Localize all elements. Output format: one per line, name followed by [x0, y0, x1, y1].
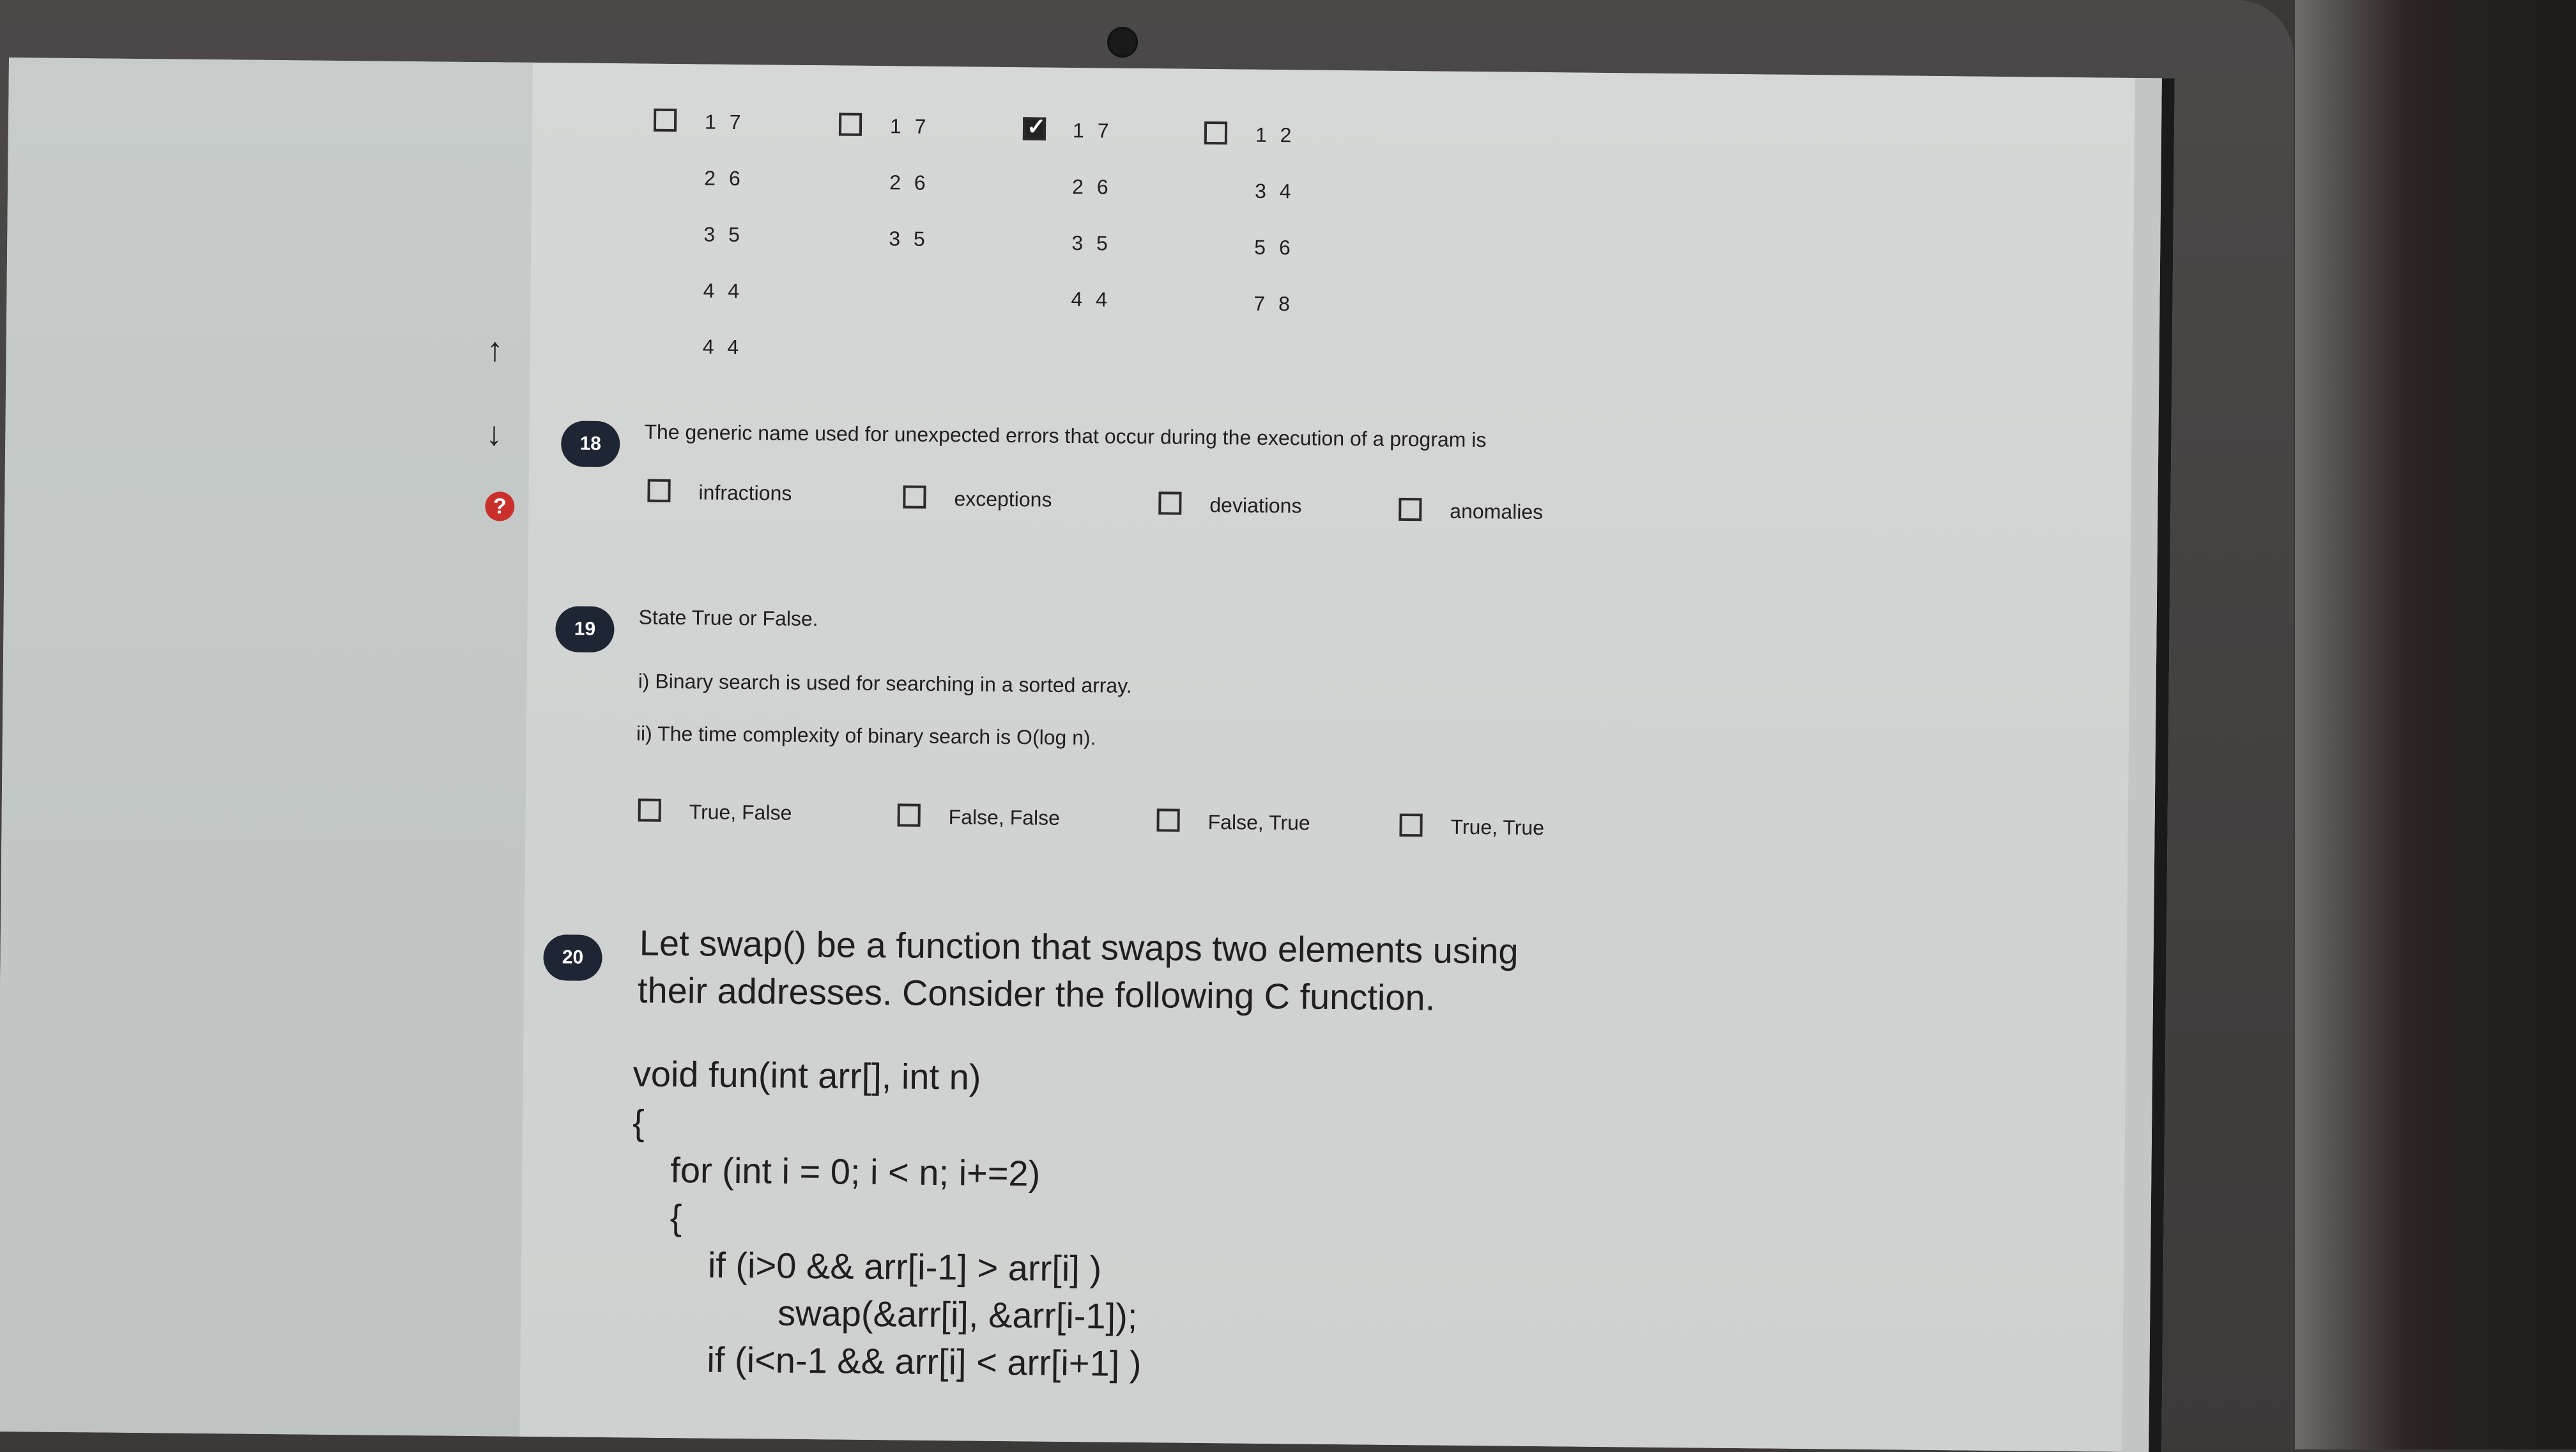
q17-option-1-value-3: 3 5 [703, 222, 744, 247]
q17-option-1-value-1: 1 7 [704, 110, 745, 134]
q17-option-4-checkbox[interactable] [1204, 121, 1228, 145]
q18-option-4-label[interactable]: anomalies [1450, 500, 1543, 524]
q19-option-2-checkbox[interactable] [897, 803, 921, 827]
q17-option-2-value-1: 1 7 [889, 114, 930, 138]
left-sidebar [0, 58, 533, 1437]
q18-option-4-checkbox[interactable] [1399, 497, 1422, 521]
statement-2: ii) The time complexity of binary search… [636, 722, 1096, 750]
question-number-badge: 20 [543, 934, 602, 981]
q19-option-3-checkbox[interactable] [1156, 808, 1180, 832]
q17-option-4-value-1: 1 2 [1255, 123, 1296, 147]
question-text: The generic name used for unexpected err… [644, 420, 1487, 452]
quiz-content: 1 7 2 6 3 5 4 4 4 4 1 7 2 6 3 5 1 7 2 6 … [519, 62, 2162, 1452]
q18-option-2-checkbox[interactable] [903, 485, 926, 509]
code-line: for (int i = 0; i < n; i+=2) [670, 1150, 1041, 1194]
scroll-up-icon[interactable]: ↑ [486, 330, 503, 369]
code-line: void fun(int arr[], int n) [632, 1053, 981, 1097]
q17-option-3-value-2: 2 6 [1071, 174, 1112, 199]
q19-option-2-label[interactable]: False, False [948, 805, 1060, 830]
question-text: State True or False. [638, 605, 818, 631]
q17-option-2-value-3: 3 5 [889, 227, 929, 251]
q19-option-4-checkbox[interactable] [1399, 813, 1423, 837]
q17-option-3-checkbox[interactable] [1022, 117, 1046, 141]
code-line: swap(&arr[i], &arr[i-1]); [777, 1292, 1138, 1337]
webcam [1107, 27, 1138, 58]
q17-option-1-checkbox[interactable] [653, 108, 677, 132]
q18-option-1-label[interactable]: infractions [698, 481, 792, 505]
screen: ↑ ↓ ? 1 7 2 6 3 5 4 4 4 4 1 7 2 6 3 5 1 … [0, 58, 2175, 1452]
code-line: if (i<n-1 && arr[i] < arr[i+1] ) [707, 1339, 1142, 1384]
question-number-badge: 18 [560, 421, 620, 468]
code-line: { [670, 1197, 682, 1238]
q17-option-1-value-5: 4 4 [702, 335, 743, 359]
scroll-down-icon[interactable]: ↓ [486, 415, 503, 453]
q19-option-4-label[interactable]: True, True [1450, 815, 1544, 840]
q17-option-2-checkbox[interactable] [838, 112, 862, 136]
q19-option-1-label[interactable]: True, False [689, 800, 792, 825]
question-text-line-2: their addresses. Consider the following … [637, 969, 1436, 1018]
help-icon[interactable]: ? [485, 491, 515, 521]
q17-option-3-value-1: 1 7 [1072, 118, 1113, 143]
q17-option-3-value-4: 4 4 [1071, 287, 1112, 311]
q17-option-4-value-4: 7 8 [1254, 291, 1294, 316]
q17-option-1-value-4: 4 4 [703, 279, 744, 303]
code-line: { [632, 1102, 645, 1143]
question-number-badge: 19 [555, 606, 615, 653]
q18-option-2-label[interactable]: exceptions [954, 487, 1052, 511]
statement-1: i) Binary search is used for searching i… [638, 669, 1132, 697]
q17-option-4-value-2: 3 4 [1254, 179, 1295, 203]
q19-option-3-label[interactable]: False, True [1208, 810, 1310, 835]
code-line: if (i>0 && arr[i-1] > arr[i] ) [707, 1244, 1102, 1289]
q18-option-3-label[interactable]: deviations [1209, 493, 1301, 518]
q17-option-3-value-3: 3 5 [1071, 231, 1112, 255]
q18-option-3-checkbox[interactable] [1158, 491, 1182, 515]
background-right [2295, 0, 2576, 1449]
q17-option-2-value-2: 2 6 [889, 171, 930, 194]
q18-option-1-checkbox[interactable] [647, 479, 671, 502]
q17-option-4-value-3: 5 6 [1254, 235, 1294, 259]
q17-option-1-value-2: 2 6 [704, 166, 744, 190]
q19-option-1-checkbox[interactable] [638, 798, 661, 822]
